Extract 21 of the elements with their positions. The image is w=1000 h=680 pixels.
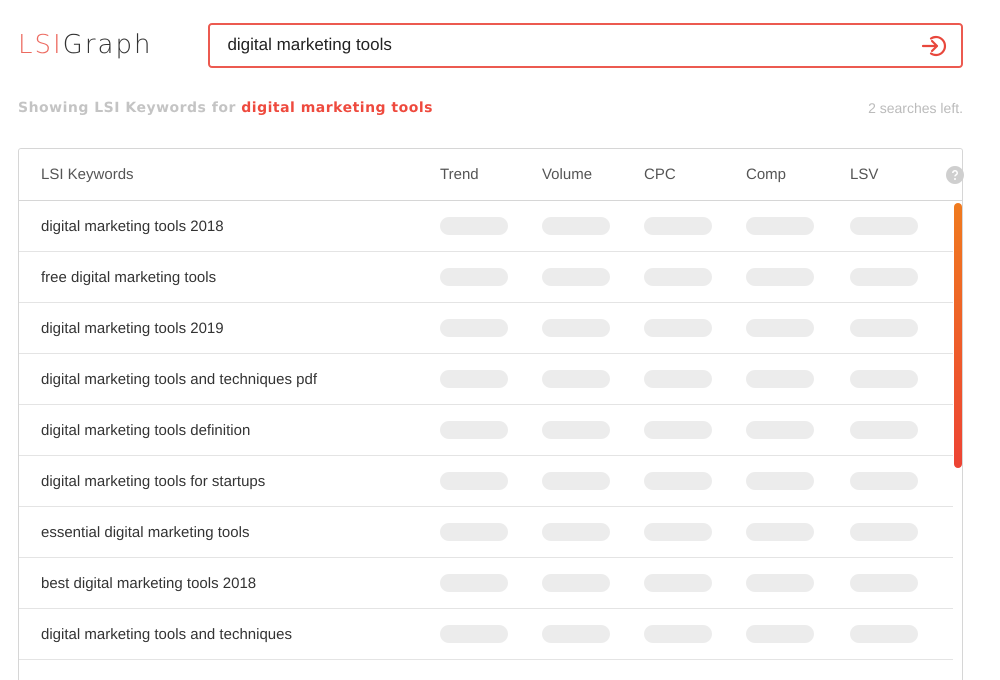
keyword-link[interactable]: essential digital marketing tools <box>19 524 440 540</box>
keyword-link[interactable]: digital marketing tools definition <box>19 422 440 438</box>
results-heading: Showing LSI Keywords for digital marketing tools <box>18 100 433 116</box>
keyword-link[interactable]: best digital marketing tools 2018 <box>19 574 440 592</box>
keyword-link[interactable]: digital marketing tools 2018 <box>19 218 440 234</box>
keyword-link[interactable]: digital marketing tools and techniques pdf <box>19 370 440 388</box>
submit-arrow-icon[interactable] <box>921 34 949 58</box>
keyword-link[interactable]: digital marketing tools 2019 <box>19 320 440 336</box>
search-field[interactable]: digital marketing tools <box>208 22 963 68</box>
scrollbar[interactable] <box>954 203 962 468</box>
column-header: Volume <box>542 166 594 183</box>
keyword-link[interactable]: digital marketing tools for startups <box>19 472 440 490</box>
keyword-link[interactable]: digital marketing tools and techniques <box>19 626 440 642</box>
keyword-link[interactable]: free digital marketing tools <box>19 268 440 286</box>
searches-left-text: 2 searches left. <box>868 100 963 116</box>
column-header: LSI Keywords <box>40 166 135 183</box>
column-header: LSV <box>850 166 880 183</box>
column-header: Comp <box>746 166 788 183</box>
column-header: CPC <box>644 166 677 183</box>
column-header: Trend <box>440 166 480 183</box>
logo[interactable]: LSI Graph <box>18 30 152 60</box>
